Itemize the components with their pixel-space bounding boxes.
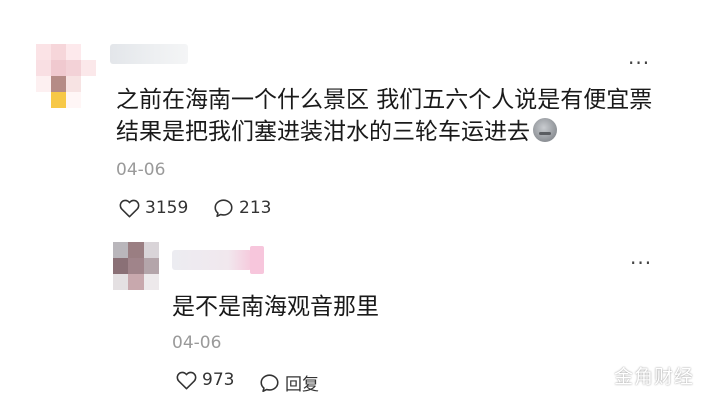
commenter-username-blurred[interactable] (110, 44, 188, 64)
reply-label: 回复 (285, 375, 319, 395)
like-button[interactable]: 3159 (119, 198, 188, 218)
replier-avatar[interactable] (113, 242, 159, 290)
reply-like-count: 973 (202, 370, 235, 390)
more-dots-icon[interactable]: ··· (628, 53, 650, 73)
like-count: 3159 (145, 198, 189, 218)
comment-text-line-2-content: 结果是把我们塞进装泔水的三轮车运进去 (116, 119, 530, 145)
replier-username-blurred[interactable] (172, 250, 252, 270)
commenter-avatar[interactable] (36, 44, 96, 108)
comment-thread: ··· 之前在海南一个什么景区 我们五六个人说是有便宜票 结果是把我们塞进装泔水… (0, 0, 719, 401)
comment-count: 213 (239, 198, 272, 218)
comment-bubble-icon (214, 199, 233, 218)
comment-date: 04-06 (116, 160, 166, 180)
reply-like-button[interactable]: 973 (176, 370, 234, 390)
sad-face-emoji-icon (533, 118, 557, 142)
watermark: 金角财经 (614, 366, 695, 388)
reply-date: 04-06 (172, 333, 222, 353)
reply-button[interactable]: 回复 (259, 370, 319, 395)
more-dots-icon[interactable]: ··· (630, 253, 652, 273)
heart-icon (176, 371, 197, 389)
comment-button[interactable]: 213 (213, 198, 271, 218)
reply-text: 是不是南海观音那里 (172, 294, 379, 320)
comment-text-line-2: 结果是把我们塞进装泔水的三轮车运进去 (116, 116, 557, 149)
comment-text-line-1: 之前在海南一个什么景区 我们五六个人说是有便宜票 (116, 87, 653, 113)
replier-username-blurred-accent (250, 246, 264, 274)
comment-bubble-icon (260, 373, 279, 392)
heart-icon (119, 199, 140, 217)
